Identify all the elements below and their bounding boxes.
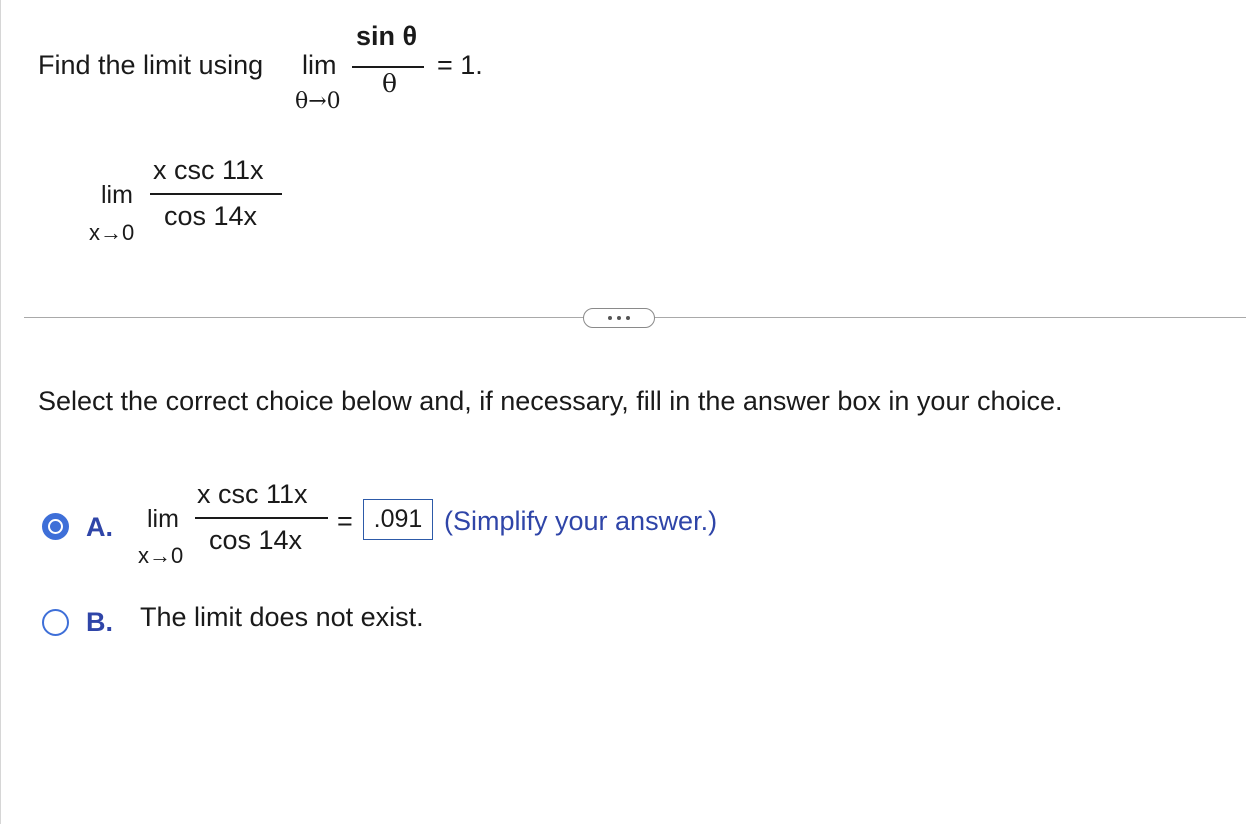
ellipsis-icon[interactable] [583, 308, 655, 328]
choice-a-denominator: cos 14x [209, 525, 303, 555]
question-suffix: = 1. [437, 50, 483, 80]
question-numerator: sin θ [356, 21, 418, 51]
answer-value: .091 [373, 505, 423, 533]
question-lim-subscript: θ→0 [295, 89, 341, 114]
question-fraction-bar [352, 66, 424, 68]
choice-b-text: The limit does not exist. [140, 602, 424, 632]
simplify-hint: (Simplify your answer.) [444, 506, 718, 536]
problem-lim: lim [101, 181, 133, 209]
instructions-text: Select the correct choice below and, if … [38, 386, 1063, 416]
choice-b-radio[interactable] [42, 609, 69, 636]
problem-lim-subscript: x→0 [89, 220, 135, 245]
choice-a-numerator: x csc 11x [197, 479, 308, 509]
question-denominator: θ [382, 69, 398, 98]
question-prefix: Find the limit using [38, 50, 264, 80]
choice-a-radio[interactable] [42, 513, 69, 540]
problem-fraction-bar [150, 193, 282, 195]
question-lim: lim [302, 50, 337, 80]
problem-denominator: cos 14x [164, 201, 258, 231]
choice-a-equals: = [337, 506, 353, 536]
choice-a-letter: A. [86, 512, 113, 542]
choice-b-letter: B. [86, 607, 113, 637]
problem-numerator: x csc 11x [153, 155, 264, 185]
choice-a-lim-subscript: x→0 [138, 543, 184, 568]
left-edge-border [0, 0, 1, 824]
answer-input-box[interactable]: .091 [363, 499, 433, 540]
choice-a-fraction-bar [195, 517, 328, 519]
choice-a-lim: lim [147, 505, 179, 533]
